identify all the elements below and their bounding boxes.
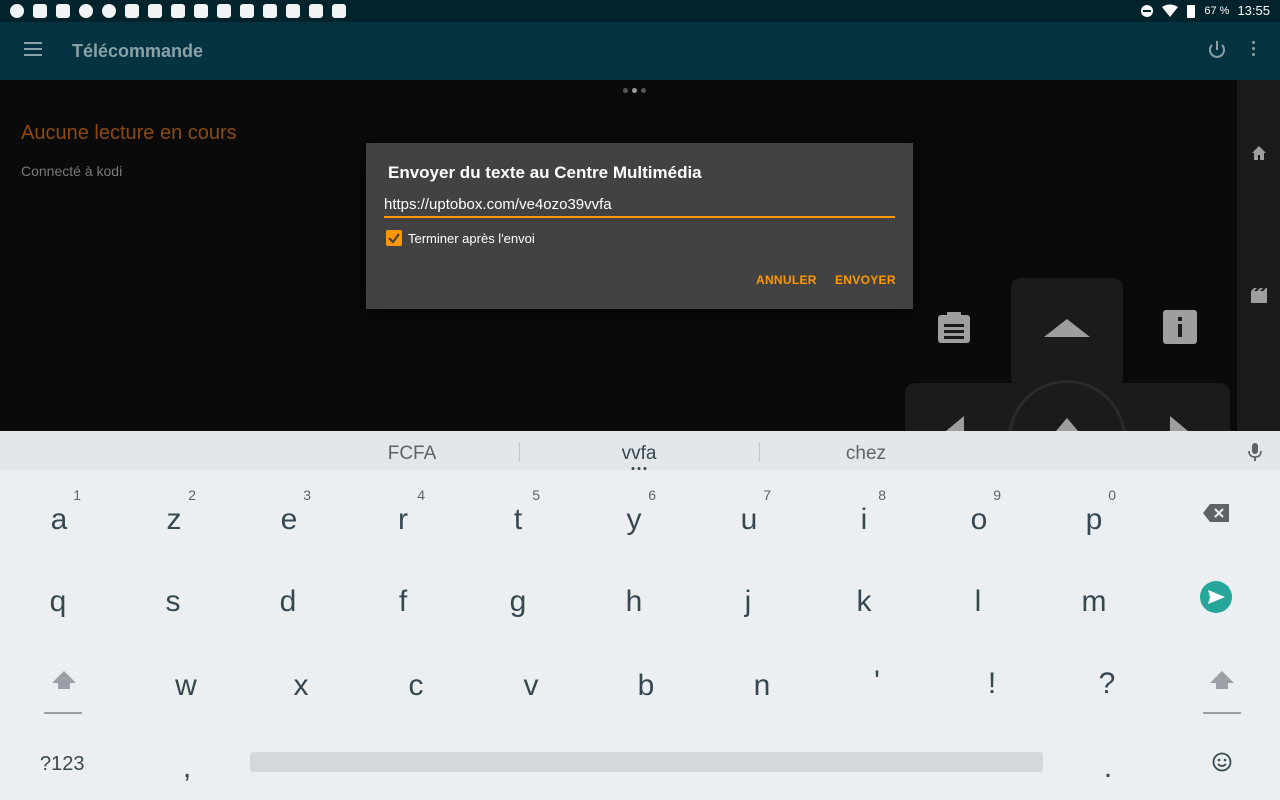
target-icon [102, 4, 116, 18]
divider [759, 442, 760, 462]
space-bar[interactable] [250, 752, 1043, 772]
key-m[interactable]: m [1054, 571, 1134, 631]
home-icon[interactable] [1250, 144, 1268, 162]
check-icon [194, 4, 208, 18]
key-j[interactable]: j [708, 571, 788, 631]
movies-icon[interactable] [1250, 287, 1268, 305]
check-icon [388, 233, 400, 244]
play-store-icon [332, 4, 346, 18]
cancel-button[interactable]: ANNULER [756, 273, 817, 287]
notification-icon [33, 4, 47, 18]
more-suggestions-icon[interactable] [630, 467, 648, 470]
key-l[interactable]: l [938, 571, 1018, 631]
key-n[interactable]: n [722, 655, 802, 715]
key-comma[interactable]: , [147, 737, 227, 797]
divider [519, 442, 520, 462]
key-y[interactable]: y6 [594, 487, 674, 549]
youtube-icon [240, 4, 254, 18]
send-text-dialog: Envoyer du texte au Centre Multimédia Te… [366, 143, 913, 309]
soft-keyboard: FCFA vvfa chez a1 z2 e3 r4 t5 y6 u7 i8 o… [0, 431, 1280, 800]
key-r[interactable]: r4 [363, 487, 443, 549]
playlist-icon[interactable] [936, 311, 972, 345]
tv-icon [56, 4, 70, 18]
right-rail [1237, 80, 1280, 431]
key-b[interactable]: b [606, 655, 686, 715]
now-playing-title: Aucune lecture en cours [21, 122, 237, 144]
text-input[interactable] [384, 194, 895, 218]
page-indicator [623, 88, 646, 93]
finish-checkbox[interactable] [386, 230, 402, 246]
youtube-icon [263, 4, 277, 18]
key-k[interactable]: k [824, 571, 904, 631]
send-key-icon[interactable] [1200, 581, 1232, 613]
system-icons: 67 % 13:55 [1140, 3, 1270, 18]
key-s[interactable]: s [133, 571, 213, 631]
suggestion-right[interactable]: chez [796, 443, 936, 465]
key-x[interactable]: x [261, 655, 341, 715]
left-arrow-icon[interactable] [946, 416, 964, 431]
clock: 13:55 [1237, 3, 1270, 18]
hamburger-icon[interactable] [24, 42, 42, 56]
notification-icons [10, 4, 346, 18]
key-period[interactable]: . [1068, 737, 1148, 797]
image-icon [171, 4, 185, 18]
key-question[interactable]: ? [1067, 653, 1147, 713]
keyboard-icon [148, 4, 162, 18]
dnd-icon [1141, 4, 1154, 17]
key-c[interactable]: c [376, 655, 456, 715]
battery-percent: 67 % [1204, 4, 1230, 17]
backspace-icon[interactable] [1203, 504, 1229, 522]
suggestion-center[interactable]: vvfa [569, 443, 709, 465]
key-apostrophe[interactable]: ' [837, 651, 917, 711]
dialog-title: Envoyer du texte au Centre Multimédia [388, 163, 702, 182]
cloud-icon [79, 4, 93, 18]
key-a[interactable]: a1 [19, 487, 99, 549]
key-z[interactable]: z2 [134, 487, 214, 549]
key-u[interactable]: u7 [709, 487, 789, 549]
key-e[interactable]: e3 [249, 487, 329, 549]
info-icon[interactable] [1163, 310, 1197, 344]
checkbox-label: Terminer après l'envoi [408, 231, 535, 246]
emoji-icon[interactable] [1212, 752, 1232, 772]
mic-icon[interactable] [1247, 442, 1263, 462]
up-arrow-icon[interactable] [1044, 317, 1090, 339]
select-icon [1056, 418, 1078, 431]
shift-right-icon[interactable] [1210, 671, 1234, 689]
key-g[interactable]: g [478, 571, 558, 631]
right-arrow-icon[interactable] [1170, 416, 1188, 431]
key-v[interactable]: v [491, 655, 571, 715]
status-bar: 67 % 13:55 [0, 0, 1280, 22]
page-title: Télécommande [72, 41, 204, 61]
app-toolbar: Télécommande [0, 22, 1280, 80]
usb-icon [125, 4, 139, 18]
instagram-icon [286, 4, 300, 18]
power-icon[interactable] [1206, 39, 1228, 61]
key-o[interactable]: o9 [939, 487, 1019, 549]
more-vert-icon[interactable] [1250, 41, 1256, 59]
key-f[interactable]: f [363, 571, 443, 631]
shift-indicator [44, 712, 82, 714]
key-w[interactable]: w [146, 655, 226, 715]
key-exclamation[interactable]: ! [952, 653, 1032, 713]
shift-left-icon[interactable] [52, 671, 76, 689]
connection-status: Connecté à kodi [21, 163, 123, 179]
square-icon [309, 4, 323, 18]
key-p[interactable]: p0 [1054, 487, 1134, 549]
wifi-icon [1162, 4, 1179, 17]
shift-indicator [1203, 712, 1241, 714]
key-i[interactable]: i8 [824, 487, 904, 549]
key-t[interactable]: t5 [478, 487, 558, 549]
send-button[interactable]: ENVOYER [835, 273, 896, 287]
suggestion-strip: FCFA vvfa chez [0, 431, 1280, 471]
key-q[interactable]: q [18, 571, 98, 631]
key-d[interactable]: d [248, 571, 328, 631]
battery-icon [1187, 4, 1196, 18]
youtube-icon [217, 4, 231, 18]
key-h[interactable]: h [594, 571, 674, 631]
symbols-key[interactable]: ?123 [40, 753, 85, 776]
chrome-icon [10, 4, 24, 18]
suggestion-left[interactable]: FCFA [342, 443, 482, 465]
